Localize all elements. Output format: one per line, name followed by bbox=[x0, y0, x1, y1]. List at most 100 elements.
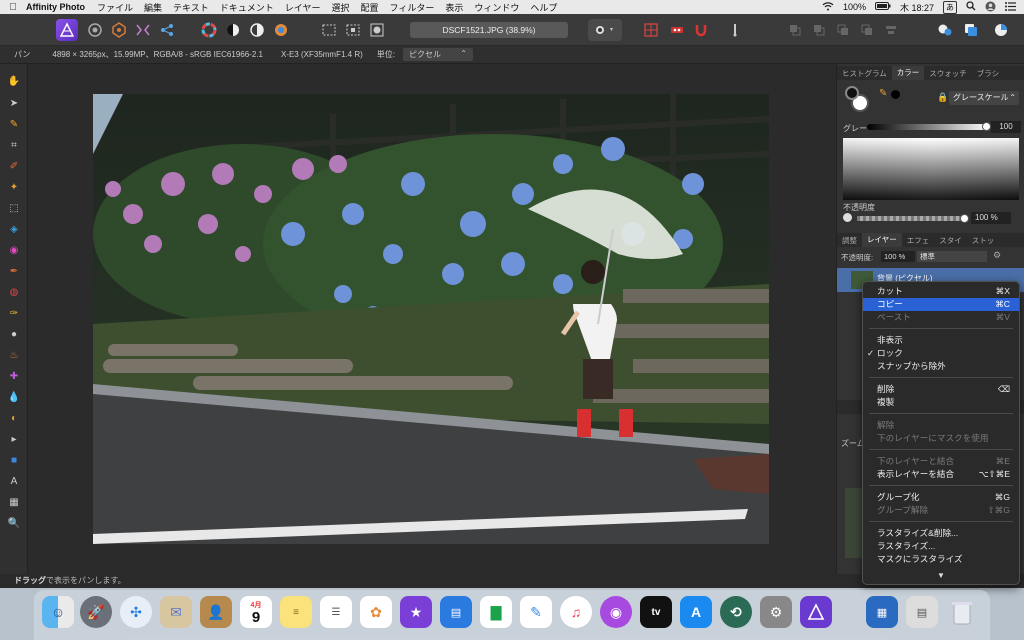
affinity-photo-icon[interactable] bbox=[800, 596, 832, 628]
color-wheel-icon[interactable] bbox=[198, 19, 220, 41]
tv-icon[interactable]: tv bbox=[640, 596, 672, 628]
menu-item-cut[interactable]: カット ⌘X bbox=[863, 285, 1019, 298]
menu-item-lock[interactable]: ✓ ロック bbox=[863, 347, 1019, 360]
menu-scroll-down-icon[interactable]: ▼ bbox=[863, 571, 1019, 580]
menu-edit[interactable]: 編集 bbox=[144, 1, 162, 14]
zoom-tool-icon[interactable]: 🔍 bbox=[6, 516, 22, 532]
pie-icon[interactable] bbox=[990, 19, 1012, 41]
black-swatch[interactable] bbox=[891, 90, 900, 99]
pixel-tool-icon[interactable]: ◍ bbox=[6, 285, 22, 301]
arrange-backward-icon[interactable] bbox=[808, 19, 830, 41]
podcasts-icon[interactable]: ◉ bbox=[600, 596, 632, 628]
trash-icon[interactable] bbox=[946, 596, 978, 628]
paint-brush-icon[interactable]: ✒ bbox=[6, 264, 22, 280]
auto-levels-icon[interactable] bbox=[246, 19, 268, 41]
lock-icon[interactable]: 🔒 bbox=[937, 92, 948, 103]
menu-item-delete[interactable]: 削除 ⌫ bbox=[863, 383, 1019, 396]
imovie-icon[interactable]: ★ bbox=[400, 596, 432, 628]
arrange-back-icon[interactable] bbox=[784, 19, 806, 41]
photo-persona-icon[interactable] bbox=[56, 19, 78, 41]
marquee-tool-icon[interactable]: ⬚ bbox=[6, 201, 22, 217]
notes-icon[interactable]: ≡ bbox=[280, 596, 312, 628]
menu-filters[interactable]: フィルター bbox=[390, 1, 435, 14]
tab-adjustments[interactable]: 調整 bbox=[837, 235, 862, 246]
auto-color-icon[interactable] bbox=[270, 19, 292, 41]
marquee-icon[interactable] bbox=[318, 19, 340, 41]
smudge-tool-icon[interactable]: ♨ bbox=[6, 348, 22, 364]
menu-help[interactable]: ヘルプ bbox=[530, 1, 557, 14]
dodge-tool-icon[interactable]: ● bbox=[6, 327, 22, 343]
app-store-icon[interactable]: A bbox=[680, 596, 712, 628]
menu-document[interactable]: ドキュメント bbox=[220, 1, 274, 14]
menu-view[interactable]: 表示 bbox=[445, 1, 463, 14]
finder-icon[interactable]: ☺ bbox=[42, 596, 74, 628]
magnet-icon[interactable] bbox=[690, 19, 712, 41]
time-machine-icon[interactable]: ⟲ bbox=[720, 596, 752, 628]
photos-icon[interactable]: ✿ bbox=[360, 596, 392, 628]
canvas-area[interactable] bbox=[28, 64, 836, 574]
layer-settings-icon[interactable]: ⚙ bbox=[993, 250, 1001, 261]
tab-histogram[interactable]: ヒストグラム bbox=[837, 68, 892, 79]
app-menu[interactable]: Affinity Photo bbox=[26, 2, 85, 12]
menu-item-rasterise[interactable]: ラスタライズ... bbox=[863, 540, 1019, 553]
contacts-icon[interactable]: 👤 bbox=[200, 596, 232, 628]
color-mode-dropdown[interactable]: グレースケール ⌃ bbox=[949, 91, 1019, 105]
pages-icon[interactable] bbox=[960, 19, 982, 41]
folder-stack-icon[interactable]: ▦ bbox=[866, 596, 898, 628]
tab-swatches[interactable]: スウォッチ bbox=[924, 68, 972, 79]
document-photo[interactable] bbox=[93, 94, 769, 544]
battery-icon[interactable] bbox=[874, 2, 891, 12]
snapping-icon[interactable] bbox=[640, 19, 662, 41]
eyedropper-icon[interactable]: ✎ bbox=[879, 88, 887, 99]
battery-percent[interactable]: 100% bbox=[843, 2, 866, 12]
menu-item-release[interactable]: 解除 bbox=[863, 419, 1019, 432]
arrange-front-icon[interactable] bbox=[856, 19, 878, 41]
selection-brush-icon[interactable]: ✐ bbox=[6, 159, 22, 175]
document-title[interactable]: DSCF1521.JPG (38.9%) bbox=[410, 22, 568, 38]
tab-styles[interactable]: スタイ bbox=[934, 235, 967, 246]
view-mode-dropdown[interactable] bbox=[588, 19, 622, 41]
shape-tool-icon[interactable]: ■ bbox=[6, 453, 22, 469]
menu-text[interactable]: テキスト bbox=[173, 1, 209, 14]
search-icon[interactable] bbox=[966, 1, 976, 13]
menu-window[interactable]: ウィンドウ bbox=[474, 1, 519, 14]
tab-layers[interactable]: レイヤー bbox=[862, 233, 902, 247]
menu-item-ungroup[interactable]: グループ解除 ⇧⌘G bbox=[863, 504, 1019, 517]
healing-brush-icon[interactable]: ✚ bbox=[6, 369, 22, 385]
clock[interactable]: 木 18:27 bbox=[900, 1, 934, 14]
apple-menu-icon[interactable]:  bbox=[0, 2, 26, 13]
tab-brushes[interactable]: ブラシ bbox=[972, 68, 1004, 79]
menu-arrange[interactable]: 配置 bbox=[361, 1, 379, 14]
unit-dropdown[interactable]: ピクセル ⌃ bbox=[403, 48, 473, 61]
tab-color[interactable]: カラー bbox=[891, 66, 925, 80]
downloads-stack-icon[interactable]: ▤ bbox=[906, 596, 938, 628]
menu-file[interactable]: ファイル bbox=[97, 1, 133, 14]
align-icon[interactable] bbox=[880, 19, 902, 41]
assistant-icon[interactable] bbox=[666, 19, 688, 41]
menu-item-rasterise-trim[interactable]: ラスタライズ&削除... bbox=[863, 527, 1019, 540]
hand-tool-icon[interactable]: ✋ bbox=[6, 74, 22, 90]
menu-item-duplicate[interactable]: 複製 bbox=[863, 396, 1019, 409]
menu-item-exclude-snapping[interactable]: スナップから除外 bbox=[863, 360, 1019, 373]
notification-center-icon[interactable] bbox=[1005, 1, 1016, 13]
text-tool-icon[interactable]: A bbox=[6, 474, 22, 490]
opacity-value[interactable]: 100 % bbox=[971, 212, 1011, 224]
menu-item-merge-down[interactable]: 下のレイヤーと結合 ⌘E bbox=[863, 455, 1019, 468]
music-icon[interactable]: ♫ bbox=[560, 596, 592, 628]
contrast-icon[interactable] bbox=[222, 19, 244, 41]
crop-tool-icon[interactable]: ⌗ bbox=[6, 138, 22, 154]
red-eye-icon[interactable]: ◐ bbox=[6, 411, 22, 427]
menu-item-copy[interactable]: コピー ⌘C bbox=[863, 298, 1019, 311]
clone-brush-icon[interactable]: ✑ bbox=[6, 306, 22, 322]
gray-spectrum[interactable] bbox=[843, 138, 1019, 200]
tone-mapping-persona-icon[interactable] bbox=[132, 19, 154, 41]
develop-persona-icon[interactable] bbox=[108, 19, 130, 41]
layer-opacity-value[interactable]: 100 % bbox=[881, 251, 915, 262]
pen-tool-icon[interactable]: ▸ bbox=[6, 432, 22, 448]
arrange-forward-icon[interactable] bbox=[832, 19, 854, 41]
wifi-icon[interactable] bbox=[822, 1, 834, 13]
brush-settings-icon[interactable] bbox=[724, 19, 746, 41]
mail-icon[interactable]: ✉ bbox=[160, 596, 192, 628]
menu-item-hide[interactable]: 非表示 bbox=[863, 334, 1019, 347]
user-icon[interactable] bbox=[985, 1, 996, 14]
